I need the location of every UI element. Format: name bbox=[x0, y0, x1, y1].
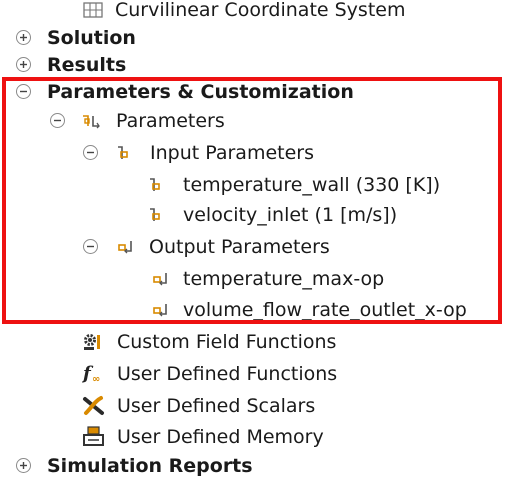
tree-item-user-defined-functions[interactable]: f ∞ User Defined Functions bbox=[82, 359, 337, 389]
tree-item-simulation-reports[interactable]: Simulation Reports bbox=[47, 451, 253, 481]
input-parameter-icon bbox=[146, 176, 164, 194]
tree-item-label: volume_flow_rate_outlet_x-op bbox=[183, 299, 467, 321]
tree-item-label: velocity_inlet (1 [m/s]) bbox=[183, 204, 398, 226]
tree-item-label: temperature_wall (330 [K]) bbox=[183, 174, 441, 196]
tree-item-output-parameter[interactable]: temperature_max-op bbox=[152, 264, 384, 294]
outline-tree: Curvilinear Coordinate System Solution R… bbox=[0, 0, 514, 499]
tree-item-input-parameter[interactable]: temperature_wall (330 [K]) bbox=[146, 170, 440, 200]
tree-item-curvilinear[interactable]: Curvilinear Coordinate System bbox=[82, 0, 405, 25]
output-parameter-icon bbox=[152, 301, 172, 319]
tree-item-custom-field-functions[interactable]: Custom Field Functions bbox=[82, 327, 336, 357]
gear-icon bbox=[82, 332, 104, 352]
tree-item-output-parameters[interactable]: Output Parameters bbox=[117, 232, 330, 262]
tree-item-label: Parameters bbox=[116, 110, 225, 132]
tree-item-input-parameters[interactable]: Input Parameters bbox=[114, 138, 314, 168]
tree-item-results[interactable]: Results bbox=[47, 50, 126, 80]
plus-circle-icon[interactable] bbox=[16, 57, 31, 72]
minus-circle-icon[interactable] bbox=[83, 145, 98, 160]
plus-circle-icon[interactable] bbox=[16, 458, 31, 473]
scalar-icon bbox=[82, 395, 106, 417]
tree-item-parameters-customization[interactable]: Parameters & Customization bbox=[47, 77, 354, 107]
tree-item-label: temperature_max-op bbox=[183, 268, 385, 290]
tree-item-label: Solution bbox=[47, 27, 136, 49]
tree-item-label: Custom Field Functions bbox=[117, 331, 337, 353]
tree-item-input-parameter[interactable]: velocity_inlet (1 [m/s]) bbox=[146, 200, 397, 230]
tree-item-label: Input Parameters bbox=[150, 142, 314, 164]
tree-item-output-parameter[interactable]: volume_flow_rate_outlet_x-op bbox=[152, 295, 467, 325]
input-parameter-icon bbox=[114, 144, 132, 162]
tree-item-user-defined-memory[interactable]: User Defined Memory bbox=[82, 422, 324, 452]
tree-item-label: Output Parameters bbox=[149, 236, 330, 258]
memory-icon bbox=[82, 426, 106, 448]
tree-item-parameters[interactable]: Parameters bbox=[80, 106, 225, 136]
function-icon: f ∞ bbox=[82, 363, 106, 385]
tree-item-user-defined-scalars[interactable]: User Defined Scalars bbox=[82, 391, 315, 421]
tree-item-solution[interactable]: Solution bbox=[47, 23, 136, 53]
grid-icon bbox=[82, 1, 104, 19]
output-parameter-icon bbox=[117, 238, 137, 256]
parameters-icon bbox=[80, 112, 102, 130]
tree-item-label: Results bbox=[47, 54, 127, 76]
plus-circle-icon[interactable] bbox=[16, 30, 31, 45]
tree-item-label: User Defined Functions bbox=[117, 363, 338, 385]
output-parameter-icon bbox=[152, 270, 172, 288]
svg-text:∞: ∞ bbox=[92, 374, 100, 385]
tree-item-label: User Defined Scalars bbox=[117, 395, 316, 417]
tree-item-label: User Defined Memory bbox=[117, 426, 324, 448]
tree-item-label: Curvilinear Coordinate System bbox=[115, 0, 406, 21]
minus-circle-icon[interactable] bbox=[50, 113, 65, 128]
minus-circle-icon[interactable] bbox=[83, 239, 98, 254]
minus-circle-icon[interactable] bbox=[16, 84, 31, 99]
input-parameter-icon bbox=[146, 206, 164, 224]
tree-item-label: Parameters & Customization bbox=[47, 81, 354, 103]
tree-item-label: Simulation Reports bbox=[47, 455, 253, 477]
